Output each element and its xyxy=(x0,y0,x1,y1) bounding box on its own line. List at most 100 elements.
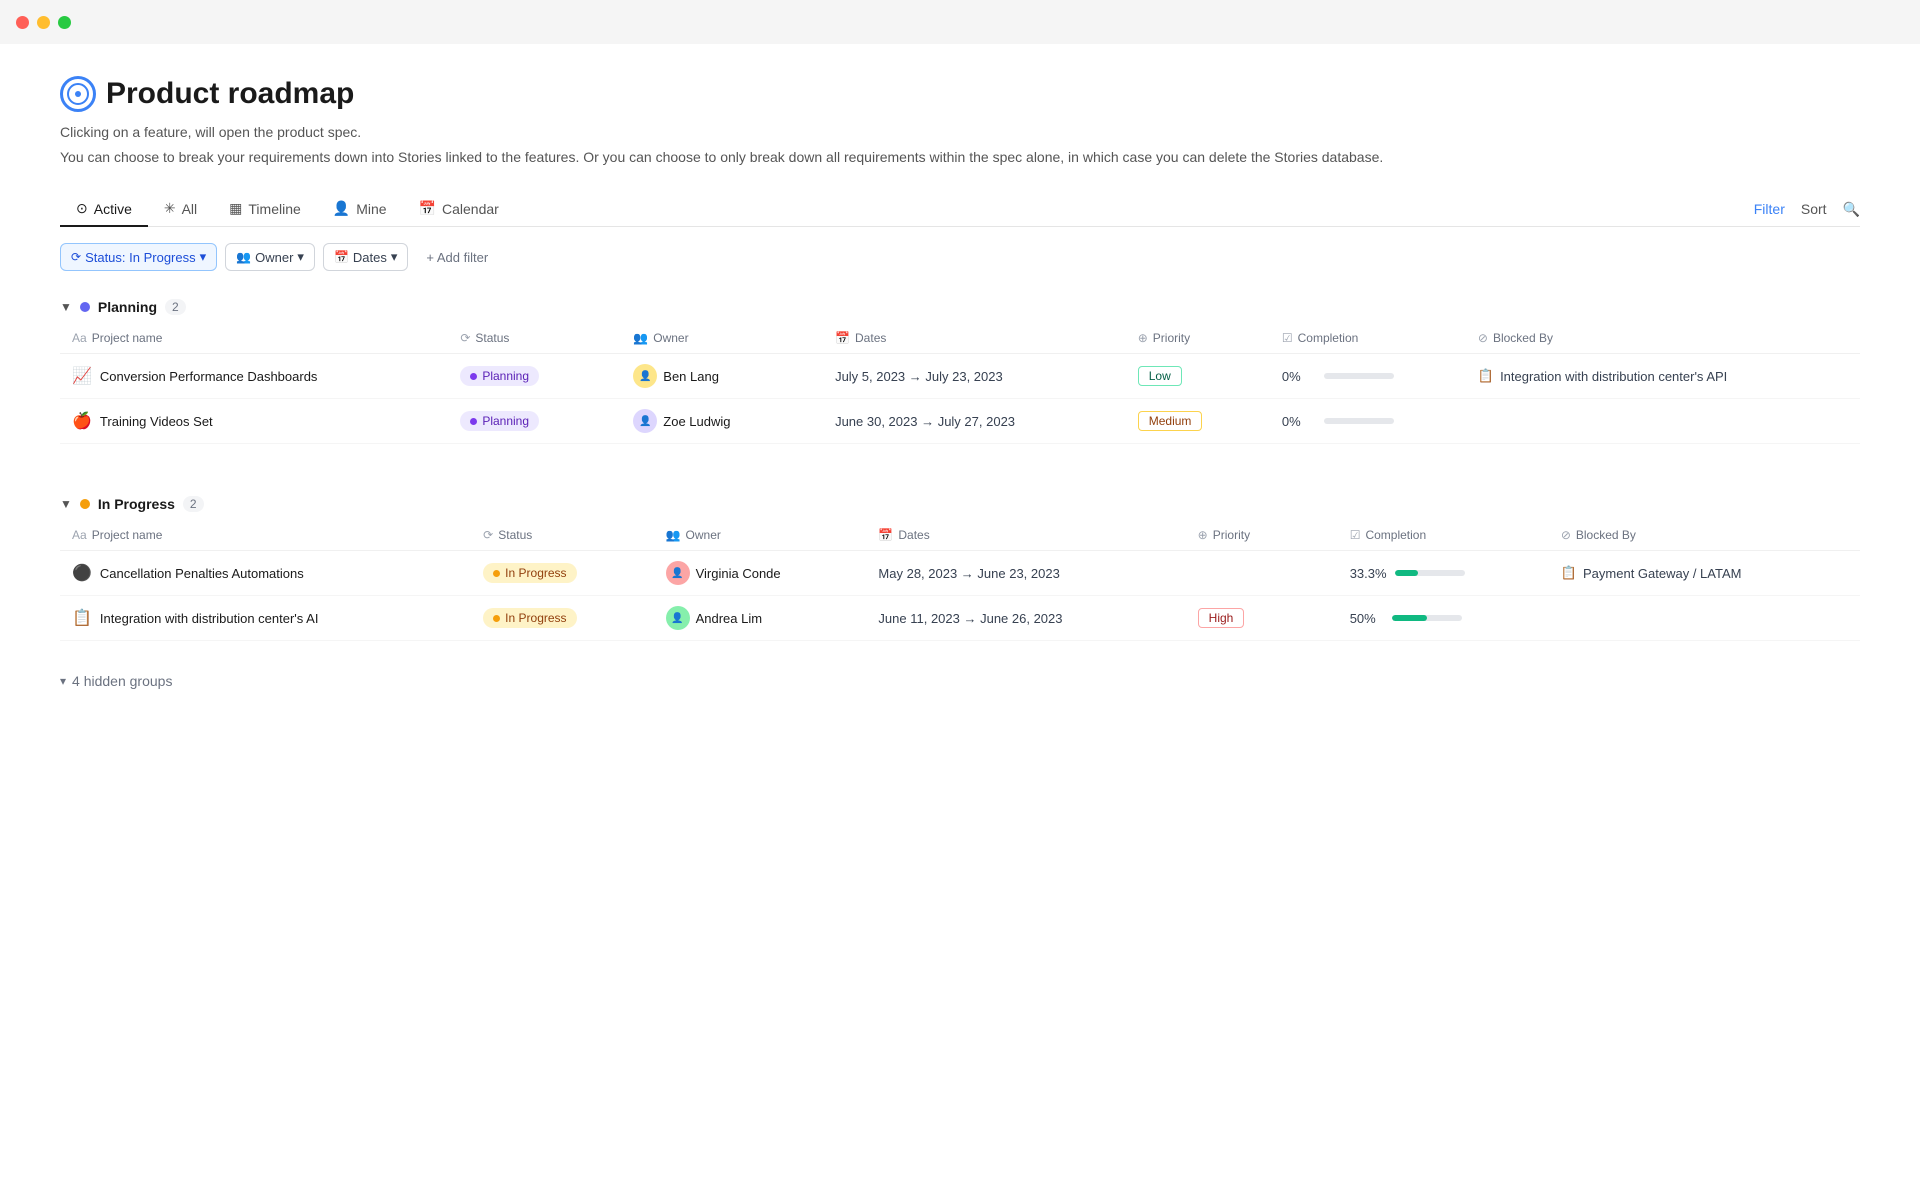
main-content: Product roadmap Clicking on a feature, w… xyxy=(0,44,1920,729)
tab-calendar[interactable]: 📅 Calendar xyxy=(403,192,515,227)
table-row[interactable]: 🍎 Training Videos Set Planning xyxy=(60,399,1860,444)
th-project-name: Aa Project name xyxy=(60,323,448,354)
search-icon[interactable]: 🔍 xyxy=(1843,201,1860,218)
th2-priority-icon: ⊕ xyxy=(1198,528,1208,542)
row3-emoji: ⚫ xyxy=(72,563,92,583)
blocked-col-icon: ⊘ xyxy=(1478,331,1488,345)
tab-all[interactable]: ✳ All xyxy=(148,192,213,227)
row3-status-cell: In Progress xyxy=(471,551,653,596)
th2-owner: 👥 Owner xyxy=(654,520,867,551)
active-tab-icon: ⊙ xyxy=(76,200,88,217)
group-planning-header[interactable]: ▼ Planning 2 xyxy=(60,291,1860,323)
hidden-groups[interactable]: ▾ 4 hidden groups xyxy=(60,665,1860,697)
tab-timeline[interactable]: ▦ Timeline xyxy=(213,192,317,227)
owner-filter-icon: 👥 xyxy=(236,250,251,264)
row3-avatar: 👤 xyxy=(666,561,690,585)
tab-mine[interactable]: 👤 Mine xyxy=(317,192,403,227)
row1-avatar-initials: 👤 xyxy=(639,371,651,382)
add-filter-button[interactable]: + Add filter xyxy=(416,245,498,270)
table-row[interactable]: 📋 Integration with distribution center's… xyxy=(60,596,1860,641)
row3-dates: May 28, 2023 → June 23, 2023 xyxy=(878,566,1059,581)
row4-priority[interactable]: High xyxy=(1198,608,1245,628)
owner-filter-label: Owner xyxy=(255,250,293,265)
page-desc-2: You can choose to break your requirement… xyxy=(60,147,1860,168)
filter-owner[interactable]: 👥 Owner ▾ xyxy=(225,243,315,271)
hidden-groups-label: 4 hidden groups xyxy=(72,673,172,689)
row2-status-dot xyxy=(470,418,477,425)
group-inprogress-header[interactable]: ▼ In Progress 2 xyxy=(60,488,1860,520)
page-icon xyxy=(60,76,96,112)
dates-filter-chevron: ▾ xyxy=(391,249,398,265)
row2-dates-cell: June 30, 2023 → July 27, 2023 xyxy=(823,399,1126,444)
row2-priority[interactable]: Medium xyxy=(1138,411,1203,431)
completion-col-icon: ☑ xyxy=(1282,331,1293,345)
row3-name: Cancellation Penalties Automations xyxy=(100,566,304,581)
planning-dot xyxy=(80,302,90,312)
tab-mine-label: Mine xyxy=(356,201,386,217)
table-row[interactable]: ⚫ Cancellation Penalties Automations In … xyxy=(60,551,1860,596)
row4-owner-name: Andrea Lim xyxy=(696,611,762,626)
row4-dates-cell: June 11, 2023 → June 26, 2023 xyxy=(866,596,1185,641)
filter-button[interactable]: Filter xyxy=(1754,201,1785,217)
row3-status-badge[interactable]: In Progress xyxy=(483,563,576,583)
tab-active[interactable]: ⊙ Active xyxy=(60,192,148,227)
row4-blocked-cell xyxy=(1549,596,1860,641)
row3-progress-track xyxy=(1395,570,1465,576)
filter-status[interactable]: ⟳ Status: In Progress ▾ xyxy=(60,243,217,271)
row3-priority-cell xyxy=(1186,551,1338,596)
timeline-tab-icon: ▦ xyxy=(229,200,242,217)
row4-status-badge[interactable]: In Progress xyxy=(483,608,576,628)
row2-avatar: 👤 xyxy=(633,409,657,433)
th2-blocked-by: ⊘ Blocked By xyxy=(1549,520,1860,551)
maximize-button[interactable] xyxy=(58,16,71,29)
row3-dates-cell: May 28, 2023 → June 23, 2023 xyxy=(866,551,1185,596)
owner-filter-chevron: ▾ xyxy=(297,249,304,265)
row2-completion-cell: 0% xyxy=(1270,399,1466,444)
hidden-groups-chevron: ▾ xyxy=(60,674,66,688)
sort-button[interactable]: Sort xyxy=(1801,201,1827,217)
inprogress-count: 2 xyxy=(183,496,204,512)
row3-status-dot xyxy=(493,570,500,577)
calendar-tab-icon: 📅 xyxy=(419,200,436,217)
th2-dates-icon: 📅 xyxy=(878,528,893,542)
row1-status-badge[interactable]: Planning xyxy=(460,366,539,386)
th-owner: 👥 Owner xyxy=(621,323,823,354)
th-priority: ⊕ Priority xyxy=(1126,323,1270,354)
minimize-button[interactable] xyxy=(37,16,50,29)
row3-blocked-emoji: 📋 xyxy=(1561,565,1577,581)
planning-header-row: Aa Project name ⟳ Status 👥 Owner xyxy=(60,323,1860,354)
th2-completion-icon: ☑ xyxy=(1350,528,1361,542)
tabs-left: ⊙ Active ✳ All ▦ Timeline 👤 Mine 📅 Calen… xyxy=(60,192,515,226)
row3-status-label: In Progress xyxy=(505,566,566,580)
status-col-icon: ⟳ xyxy=(460,331,470,345)
row3-owner-cell: 👤 Virginia Conde xyxy=(654,551,867,596)
filter-dates[interactable]: 📅 Dates ▾ xyxy=(323,243,408,271)
row2-blocked-cell xyxy=(1466,399,1860,444)
project-name-icon: Aa xyxy=(72,331,87,345)
row2-status-badge[interactable]: Planning xyxy=(460,411,539,431)
row1-status-label: Planning xyxy=(482,369,529,383)
row2-owner-name: Zoe Ludwig xyxy=(663,414,730,429)
row4-dates: June 11, 2023 → June 26, 2023 xyxy=(878,611,1062,626)
tab-calendar-label: Calendar xyxy=(442,201,499,217)
table-row[interactable]: 📈 Conversion Performance Dashboards Plan… xyxy=(60,354,1860,399)
row4-status-dot xyxy=(493,615,500,622)
th2-owner-icon: 👥 xyxy=(666,528,681,542)
row3-completion-pct: 33.3% xyxy=(1350,566,1387,581)
row1-blocked-by: Integration with distribution center's A… xyxy=(1500,369,1727,384)
row4-status-cell: In Progress xyxy=(471,596,653,641)
row1-dates-cell: July 5, 2023 → July 23, 2023 xyxy=(823,354,1126,399)
row3-avatar-icon: 👤 xyxy=(671,568,683,579)
filters-bar: ⟳ Status: In Progress ▾ 👥 Owner ▾ 📅 Date… xyxy=(60,243,1860,271)
planning-label: Planning xyxy=(98,299,157,315)
row1-priority[interactable]: Low xyxy=(1138,366,1182,386)
status-filter-label: Status: In Progress xyxy=(85,250,196,265)
group-inprogress: ▼ In Progress 2 Aa Project name ⟳ xyxy=(60,488,1860,641)
th2-priority: ⊕ Priority xyxy=(1186,520,1338,551)
close-button[interactable] xyxy=(16,16,29,29)
group-planning: ▼ Planning 2 Aa Project name ⟳ xyxy=(60,291,1860,444)
row1-status-dot xyxy=(470,373,477,380)
th-dates: 📅 Dates xyxy=(823,323,1126,354)
row1-dates: July 5, 2023 → July 23, 2023 xyxy=(835,369,1003,384)
tab-timeline-label: Timeline xyxy=(248,201,300,217)
